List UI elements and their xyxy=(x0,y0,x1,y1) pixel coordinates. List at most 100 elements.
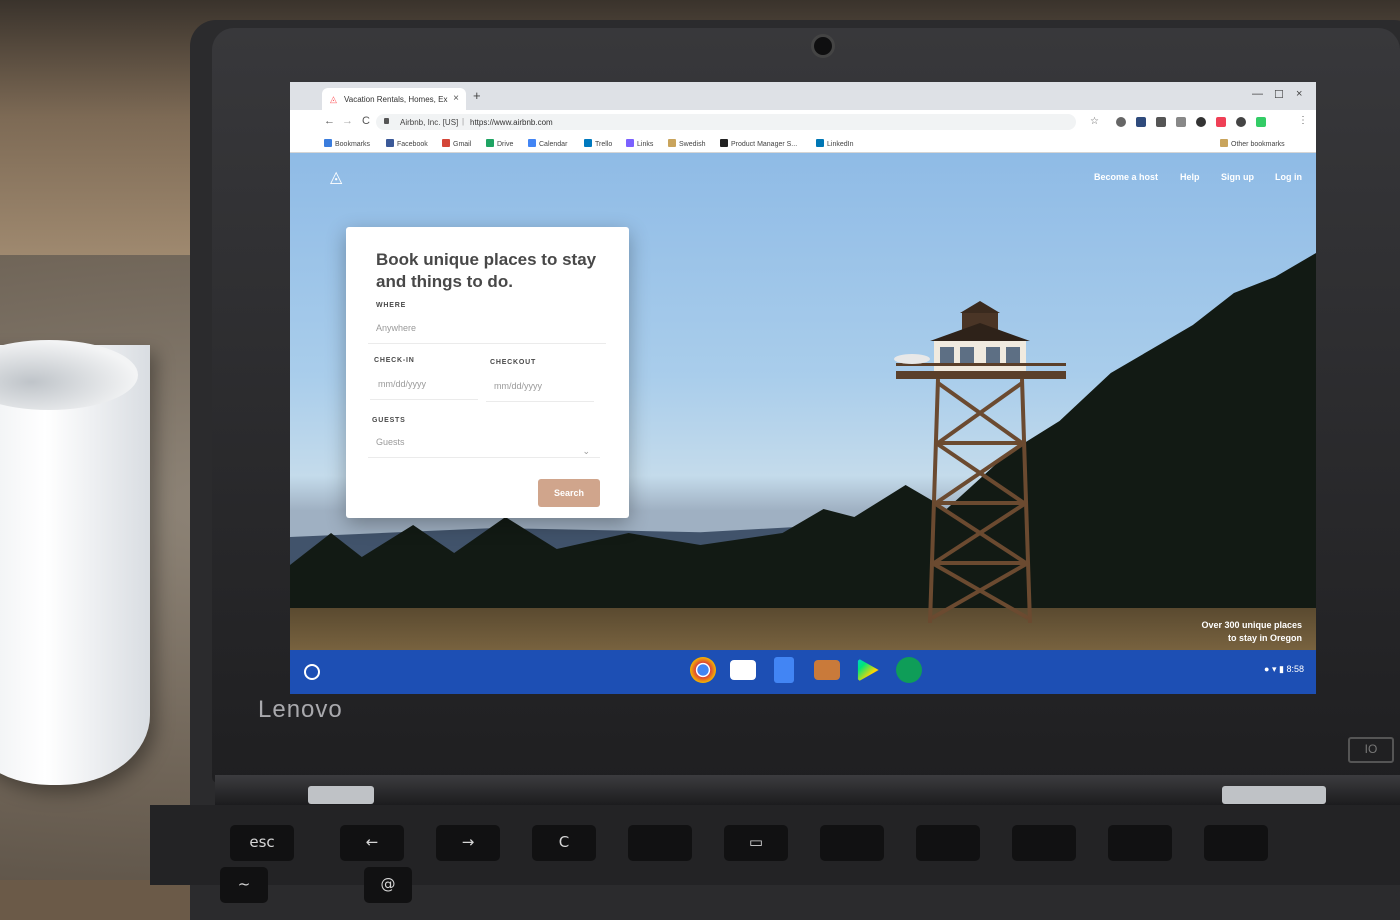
guests-select[interactable]: Guests ⌄ xyxy=(368,427,600,458)
tilde-key[interactable]: ~ xyxy=(220,867,268,903)
wifi-icon: ▾ xyxy=(1271,664,1277,674)
destination-caption[interactable]: Over 300 unique places to stay in Oregon xyxy=(1201,619,1302,645)
where-input[interactable]: Anywhere xyxy=(368,313,606,344)
forward-button[interactable]: → xyxy=(342,115,353,127)
browser-tabstrip: ◬ Vacation Rentals, Homes, Experi × + — … xyxy=(290,82,1316,110)
sign-up-link[interactable]: Sign up xyxy=(1221,172,1254,182)
become-a-host-link[interactable]: Become a host xyxy=(1094,172,1158,182)
esc-key[interactable]: esc xyxy=(230,825,294,861)
folder-icon xyxy=(668,139,676,147)
launcher-icon[interactable] xyxy=(304,664,320,680)
coffee-mug xyxy=(0,345,150,785)
folder-icon xyxy=(1220,139,1228,147)
extension-n-icon[interactable] xyxy=(1136,117,1146,127)
bookmark-label: Product Manager S... xyxy=(731,141,798,148)
mute-key[interactable] xyxy=(1012,825,1076,861)
other-bookmarks[interactable]: Other bookmarks xyxy=(1220,139,1285,148)
bookmark-product-manager[interactable]: Product Manager S... xyxy=(720,139,797,148)
bookmark-linkedin[interactable]: LinkedIn xyxy=(816,139,853,148)
status-area[interactable]: ● ▾ ▮ 8:58 xyxy=(1264,664,1304,675)
youtube-icon[interactable] xyxy=(814,660,840,680)
airbnb-logo-icon[interactable]: ◬ xyxy=(330,167,342,187)
hinge-clip-left xyxy=(308,786,374,804)
search-button[interactable]: Search xyxy=(538,479,600,507)
calendar-icon xyxy=(528,139,536,147)
back-button[interactable]: ← xyxy=(324,115,335,127)
extension-dot-icon[interactable] xyxy=(1196,117,1206,127)
reload-button[interactable]: C xyxy=(362,115,370,127)
bookmark-label: Trello xyxy=(595,141,613,148)
facebook-icon xyxy=(386,139,394,147)
volume-down-key[interactable] xyxy=(1108,825,1172,861)
refresh-key[interactable]: C xyxy=(532,825,596,861)
star-icon xyxy=(324,139,332,147)
back-key[interactable]: ← xyxy=(340,825,404,861)
chrome-icon[interactable] xyxy=(690,657,716,683)
airbnb-favicon-icon: ◬ xyxy=(330,94,337,104)
bookmark-swedish[interactable]: Swedish xyxy=(668,139,705,148)
meadow xyxy=(290,608,1316,650)
trello-icon xyxy=(584,139,592,147)
bookmark-label: Facebook xyxy=(397,141,428,148)
webcam xyxy=(811,34,835,58)
gmail-icon[interactable] xyxy=(730,660,756,680)
switcher-key[interactable]: ▭ xyxy=(724,825,788,861)
check-in-label: CHECK-IN xyxy=(374,357,415,364)
extension-globe-icon[interactable] xyxy=(1116,117,1126,127)
bookmark-facebook[interactable]: Facebook xyxy=(386,139,428,148)
medium-icon xyxy=(720,139,728,147)
guests-value: Guests xyxy=(376,437,405,447)
close-window-icon[interactable]: × xyxy=(1296,88,1302,100)
new-tab-button[interactable]: + xyxy=(473,89,481,102)
bookmark-label: Links xyxy=(637,141,654,148)
bookmark-calendar[interactable]: Calendar xyxy=(528,139,567,148)
keyboard: esc ← → C ▭ ~ @ xyxy=(150,805,1400,903)
maximize-icon[interactable]: ☐ xyxy=(1274,88,1284,101)
account-icon: ● xyxy=(1264,664,1270,674)
bookmark-drive[interactable]: Drive xyxy=(486,139,513,148)
brightness-up-key[interactable] xyxy=(916,825,980,861)
minimize-icon[interactable]: — xyxy=(1252,88,1263,100)
bookmarks-bar: Bookmarks Facebook Gmail Drive Calendar … xyxy=(290,134,1316,153)
extension-note-icon[interactable] xyxy=(1156,117,1166,127)
chromeos-shelf: ● ▾ ▮ 8:58 xyxy=(290,650,1316,694)
checkout-input[interactable]: mm/dd/yyyy xyxy=(486,371,594,402)
checkout-label: CHECKOUT xyxy=(490,359,537,366)
tab-title: Vacation Rentals, Homes, Experi xyxy=(344,95,448,104)
address-bar[interactable]: Airbnb, Inc. [US] | https://www.airbnb.c… xyxy=(376,114,1076,130)
brightness-down-key[interactable] xyxy=(820,825,884,861)
at-key[interactable]: @ xyxy=(364,867,412,903)
bookmark-gmail[interactable]: Gmail xyxy=(442,139,471,148)
bookmark-star-icon[interactable]: ☆ xyxy=(1090,116,1099,127)
docs-icon[interactable] xyxy=(774,657,794,683)
hangouts-icon[interactable] xyxy=(896,657,922,683)
extension-window-icon[interactable] xyxy=(1256,117,1266,127)
extension-chat-icon[interactable] xyxy=(1236,117,1246,127)
linkedin-icon xyxy=(816,139,824,147)
power-button[interactable]: IO xyxy=(1348,737,1394,763)
help-link[interactable]: Help xyxy=(1180,172,1200,182)
url-separator: | xyxy=(462,117,465,126)
search-card: Book unique places to stay and things to… xyxy=(346,227,629,518)
forward-key[interactable]: → xyxy=(436,825,500,861)
bookmark-label: Calendar xyxy=(539,141,568,148)
bookmark-label: LinkedIn xyxy=(827,141,854,148)
browser-tab[interactable]: ◬ Vacation Rentals, Homes, Experi × xyxy=(322,88,466,110)
bookmark-trello[interactable]: Trello xyxy=(584,139,612,148)
other-bookmarks-label: Other bookmarks xyxy=(1231,141,1285,148)
bookmark-links[interactable]: Links xyxy=(626,139,653,148)
fullscreen-key[interactable] xyxy=(628,825,692,861)
browser-toolbar: ← → C Airbnb, Inc. [US] | https://www.ai… xyxy=(290,110,1316,134)
volume-up-key[interactable] xyxy=(1204,825,1268,861)
extension-pocket-icon[interactable] xyxy=(1216,117,1226,127)
check-in-input[interactable]: mm/dd/yyyy xyxy=(370,369,478,400)
bookmark-bookmarks[interactable]: Bookmarks xyxy=(324,139,370,148)
extension-video-icon[interactable] xyxy=(1176,117,1186,127)
browser-menu-icon[interactable]: ⋮ xyxy=(1298,115,1308,126)
caption-line-1: Over 300 unique places xyxy=(1201,620,1302,630)
airbnb-homepage: ◬ Become a host Help Sign up Log in Book… xyxy=(290,153,1316,650)
tab-close-icon[interactable]: × xyxy=(453,93,459,104)
hinge-clip-right xyxy=(1222,786,1326,804)
play-store-icon[interactable] xyxy=(857,658,879,682)
log-in-link[interactable]: Log in xyxy=(1275,172,1302,182)
